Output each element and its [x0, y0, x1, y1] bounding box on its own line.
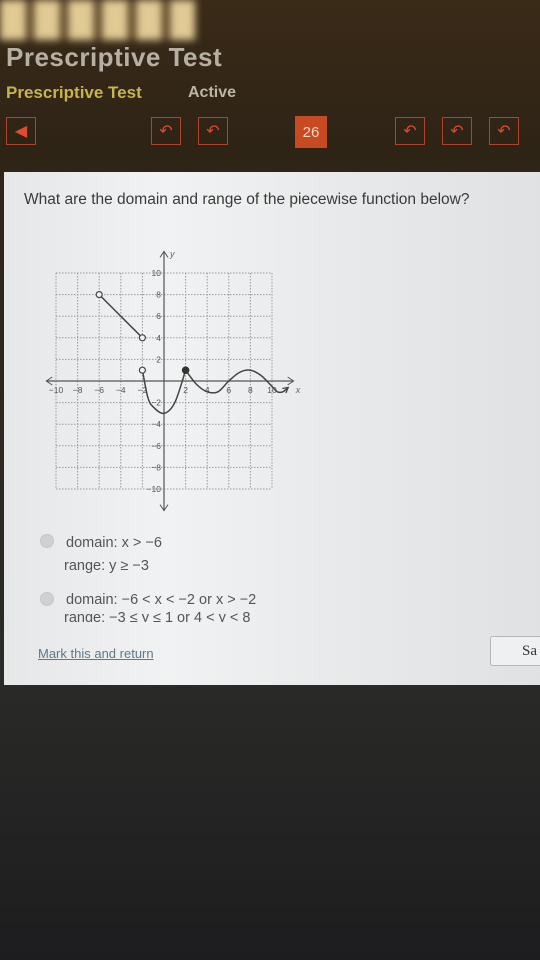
- y-axis-label: y: [169, 249, 175, 259]
- x-tick-label: 4: [205, 385, 210, 395]
- x-tick-label: −4: [116, 385, 126, 395]
- x-tick-label: 8: [248, 385, 253, 395]
- back-button-3[interactable]: ↶: [395, 117, 425, 145]
- undo-arrow-icon: ↶: [497, 123, 511, 140]
- y-tick-label: −6: [151, 441, 161, 451]
- back-button-5[interactable]: ↶: [489, 117, 519, 145]
- x-tick-label: 2: [183, 385, 188, 395]
- x-tick-label: 6: [226, 385, 231, 395]
- app-title: Prescriptive Test: [6, 42, 223, 72]
- x-tick-label: −10: [49, 385, 64, 395]
- option-2-domain: domain: −6 < x < −2 or x > −2: [66, 592, 257, 608]
- x-tick-label: −8: [73, 385, 83, 395]
- undo-arrow-icon: ↶: [206, 123, 220, 140]
- x-tick-label: −6: [94, 385, 104, 395]
- prev-question-button[interactable]: ◀: [6, 117, 36, 145]
- undo-arrow-icon: ↶: [159, 123, 173, 140]
- y-tick-label: 2: [156, 354, 161, 364]
- option-2-range: range: −3 ≤ y ≤ 1 or 4 < y < 8: [64, 610, 251, 622]
- y-tick-label: 4: [156, 333, 161, 343]
- back-button-2[interactable]: ↶: [198, 117, 228, 145]
- test-name: Prescriptive Test: [6, 83, 142, 102]
- screen-glare: [0, 0, 195, 40]
- undo-arrow-icon: ↶: [403, 123, 417, 140]
- option-2-radio[interactable]: [40, 592, 54, 606]
- open-endpoint: [138, 366, 147, 374]
- open-endpoint: [95, 290, 103, 299]
- closed-endpoint: [181, 366, 190, 374]
- option-1-range: range: y ≥ −3: [64, 558, 149, 574]
- y-tick-label: −8: [151, 462, 161, 472]
- back-button-4[interactable]: ↶: [442, 117, 472, 145]
- y-tick-label: 10: [152, 268, 162, 278]
- question-text: What are the domain and range of the pie…: [24, 191, 470, 208]
- option-1-radio[interactable]: [40, 534, 54, 548]
- piecewise-graph: xy−10 −8 −6 −4 −2 2 4 6 8 10108642−2−4−6−8−10: [45, 249, 301, 512]
- open-endpoint: [138, 334, 147, 342]
- triangle-left-icon: ◀: [14, 123, 28, 140]
- back-button-1[interactable]: ↶: [151, 117, 181, 145]
- option-1-domain: domain: x > −6: [66, 535, 162, 551]
- y-tick-label: 8: [156, 290, 161, 300]
- y-tick-label: 6: [156, 311, 161, 321]
- mark-and-return-link[interactable]: Mark this and return: [38, 646, 154, 661]
- undo-arrow-icon: ↶: [450, 123, 464, 140]
- test-status: Active: [188, 84, 237, 101]
- current-question-number[interactable]: 26: [295, 116, 327, 148]
- save-button[interactable]: Sa: [490, 636, 540, 666]
- x-axis-label: x: [295, 385, 301, 395]
- y-tick-label: −4: [151, 419, 161, 429]
- y-tick-label: −10: [147, 484, 162, 494]
